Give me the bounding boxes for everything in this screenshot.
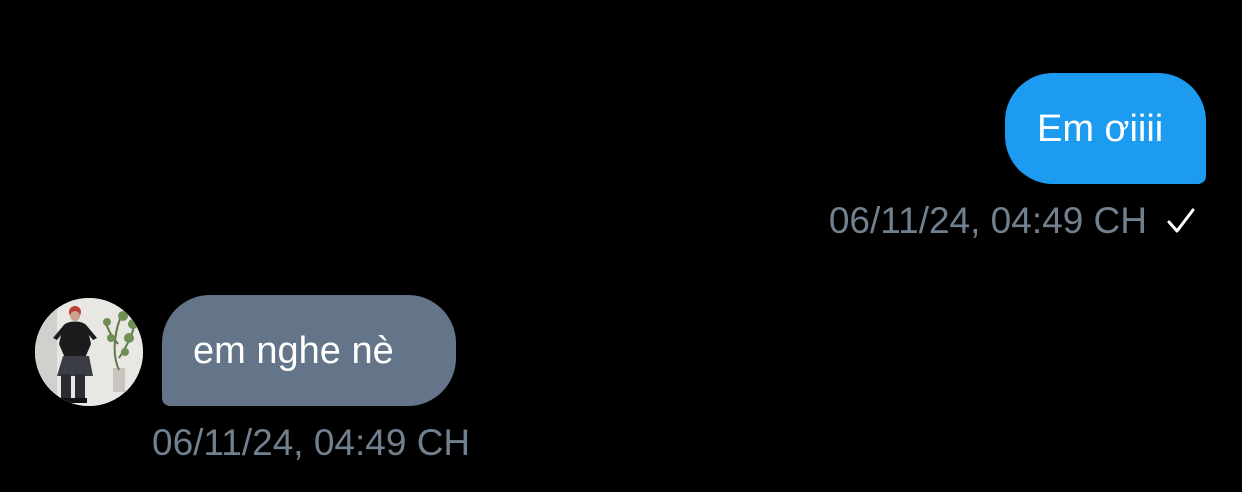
- outgoing-message-timestamp: 06/11/24, 04:49 CH: [828, 200, 1147, 241]
- conversation-thread: Em ơiiii 06/11/24, 04:49 CH em nghe nè 0…: [0, 0, 1242, 492]
- outgoing-message-meta: 06/11/24, 04:49 CH: [829, 202, 1197, 239]
- avatar[interactable]: [35, 298, 143, 406]
- incoming-message-timestamp: 06/11/24, 04:49 CH: [152, 422, 471, 463]
- outgoing-message-bubble[interactable]: Em ơiiii: [1005, 73, 1206, 184]
- incoming-message-text: em nghe nè: [193, 329, 394, 372]
- outgoing-message-text: Em ơiiii: [1037, 107, 1164, 150]
- incoming-message-bubble[interactable]: em nghe nè: [162, 295, 456, 406]
- check-icon: [1165, 205, 1197, 237]
